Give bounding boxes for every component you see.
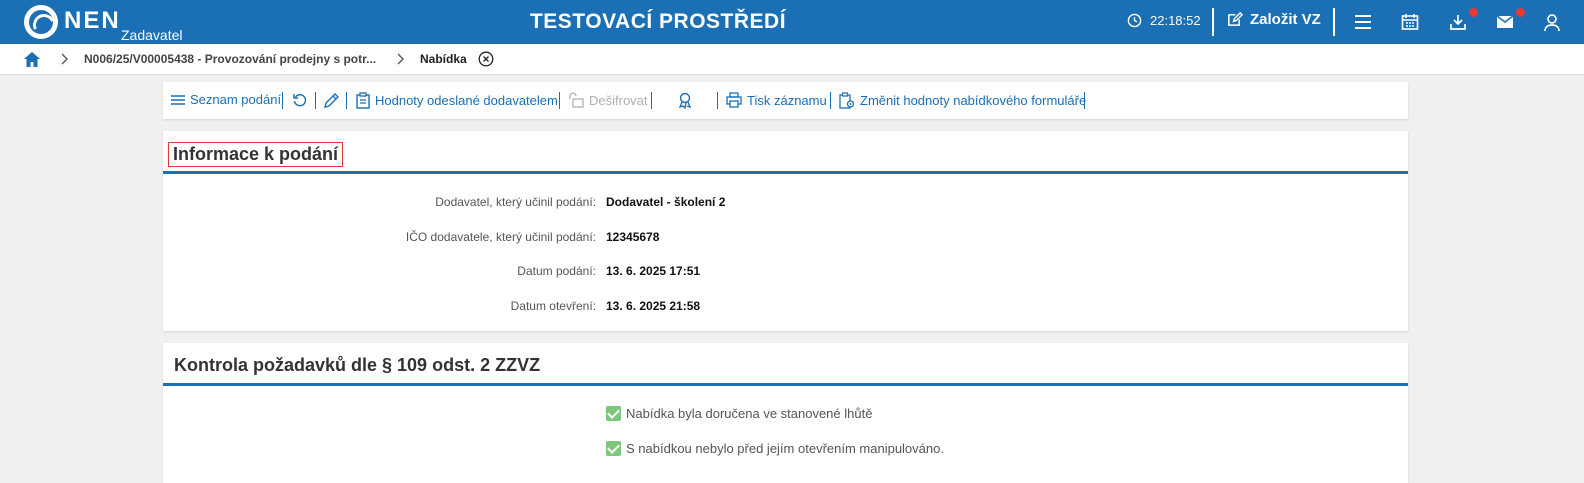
checkbox-checked[interactable] <box>606 441 621 456</box>
award-icon <box>678 92 692 109</box>
clock-icon <box>1127 13 1142 28</box>
submission-info-panel: Informace k podání Dodavatel, který učin… <box>163 131 1408 331</box>
edit-icon <box>1228 11 1243 26</box>
top-bar: NEN Zadavatel TESTOVACÍ PROSTŘEDÍ 22:18:… <box>0 0 1584 44</box>
chevron-right-icon <box>61 53 68 65</box>
award-button[interactable] <box>677 92 698 109</box>
printer-icon <box>726 92 742 108</box>
submission-info-title: Informace k podání <box>168 142 344 167</box>
sent-values-label: Hodnoty odeslané dodavatelem <box>375 93 558 108</box>
clipboard-icon <box>356 92 370 109</box>
user-icon[interactable] <box>1542 12 1562 32</box>
breadcrumb: N006/25/V00005438 - Provozování prodejny… <box>0 44 1584 75</box>
requirements-check-panel: Kontrola požadavků dle § 109 odst. 2 ZZV… <box>163 343 1408 483</box>
panel-rule <box>163 171 1408 174</box>
download-icon[interactable] <box>1448 12 1468 32</box>
toolbar-divider <box>315 92 316 109</box>
header-divider <box>1333 8 1335 36</box>
refresh-icon <box>293 94 307 107</box>
environment-title: TESTOVACÍ PROSTŘEDÍ <box>529 10 787 33</box>
check-delivered-in-time[interactable]: Nabídka byla doručena ve stanovené lhůtě <box>606 406 872 421</box>
edit-button[interactable] <box>323 92 345 109</box>
supplier-label: Dodavatel, který učinil podání: <box>435 195 596 209</box>
print-record-button[interactable]: Tisk záznamu <box>726 92 827 108</box>
requirements-check-title: Kontrola požadavků dle § 109 odst. 2 ZZV… <box>174 355 541 375</box>
submission-date-label: Datum podání: <box>517 264 596 278</box>
toolbar-divider <box>651 92 652 109</box>
calendar-icon[interactable] <box>1400 12 1420 32</box>
supplier-value: Dodavatel - školení 2 <box>606 195 726 209</box>
decrypt-label: Dešifrovat <box>589 92 648 108</box>
create-vz-label: Založit VZ <box>1250 11 1321 28</box>
session-clock: 22:18:52 <box>1127 13 1201 28</box>
action-toolbar: Seznam podání Hodnoty odeslané dodavatel… <box>163 82 1408 119</box>
decrypt-button: Dešifrovat <box>568 92 648 108</box>
toolbar-divider <box>1084 92 1085 109</box>
check-not-manipulated-label: S nabídkou nebylo před jejím otevřením m… <box>626 441 944 456</box>
unlock-icon <box>569 92 584 108</box>
menu-icon[interactable] <box>1353 12 1373 32</box>
sent-values-button[interactable]: Hodnoty odeslané dodavatelem <box>356 92 558 109</box>
mail-icon[interactable] <box>1495 12 1515 32</box>
home-icon[interactable] <box>23 51 41 68</box>
mail-notification-dot <box>1516 8 1525 17</box>
header-divider <box>1212 8 1214 36</box>
change-form-values-button[interactable]: Změnit hodnoty nabídkového formuláře <box>839 92 1086 109</box>
chevron-right-icon <box>397 53 404 65</box>
checkbox-checked[interactable] <box>606 406 621 421</box>
check-not-manipulated[interactable]: S nabídkou nebylo před jejím otevřením m… <box>606 441 944 456</box>
toolbar-divider <box>346 92 347 109</box>
submission-date-value: 13. 6. 2025 17:51 <box>606 264 701 278</box>
opening-date-value: 13. 6. 2025 21:58 <box>606 299 701 313</box>
pencil-icon <box>324 93 339 108</box>
supplier-ico-value: 12345678 <box>606 230 660 244</box>
submission-list-label: Seznam podání <box>190 92 282 107</box>
panel-rule <box>163 383 1408 386</box>
breadcrumb-procedure-link[interactable]: N006/25/V00005438 - Provozování prodejny… <box>84 52 376 66</box>
toolbar-divider <box>559 92 560 109</box>
submission-list-button[interactable]: Seznam podání <box>171 92 281 107</box>
change-form-values-label: Změnit hodnoty nabídkového formuláře <box>860 93 1087 108</box>
refresh-button[interactable] <box>292 92 313 108</box>
breadcrumb-current: Nabídka <box>420 52 467 66</box>
clock-time: 22:18:52 <box>1150 13 1201 28</box>
print-record-label: Tisk záznamu <box>747 92 827 108</box>
check-delivered-in-time-label: Nabídka byla doručena ve stanovené lhůtě <box>626 406 873 421</box>
supplier-ico-label: IČO dodavatele, který učinil podání: <box>405 230 596 244</box>
opening-date-label: Datum otevření: <box>510 299 596 313</box>
close-tab-icon[interactable] <box>478 51 494 67</box>
toolbar-divider <box>717 92 718 109</box>
clipboard-settings-icon <box>839 92 855 109</box>
toolbar-divider <box>830 92 831 109</box>
download-notification-dot <box>1469 8 1478 17</box>
toolbar-divider <box>282 92 283 109</box>
create-vz-button[interactable]: Založit VZ <box>1226 11 1321 28</box>
list-icon <box>171 94 185 105</box>
